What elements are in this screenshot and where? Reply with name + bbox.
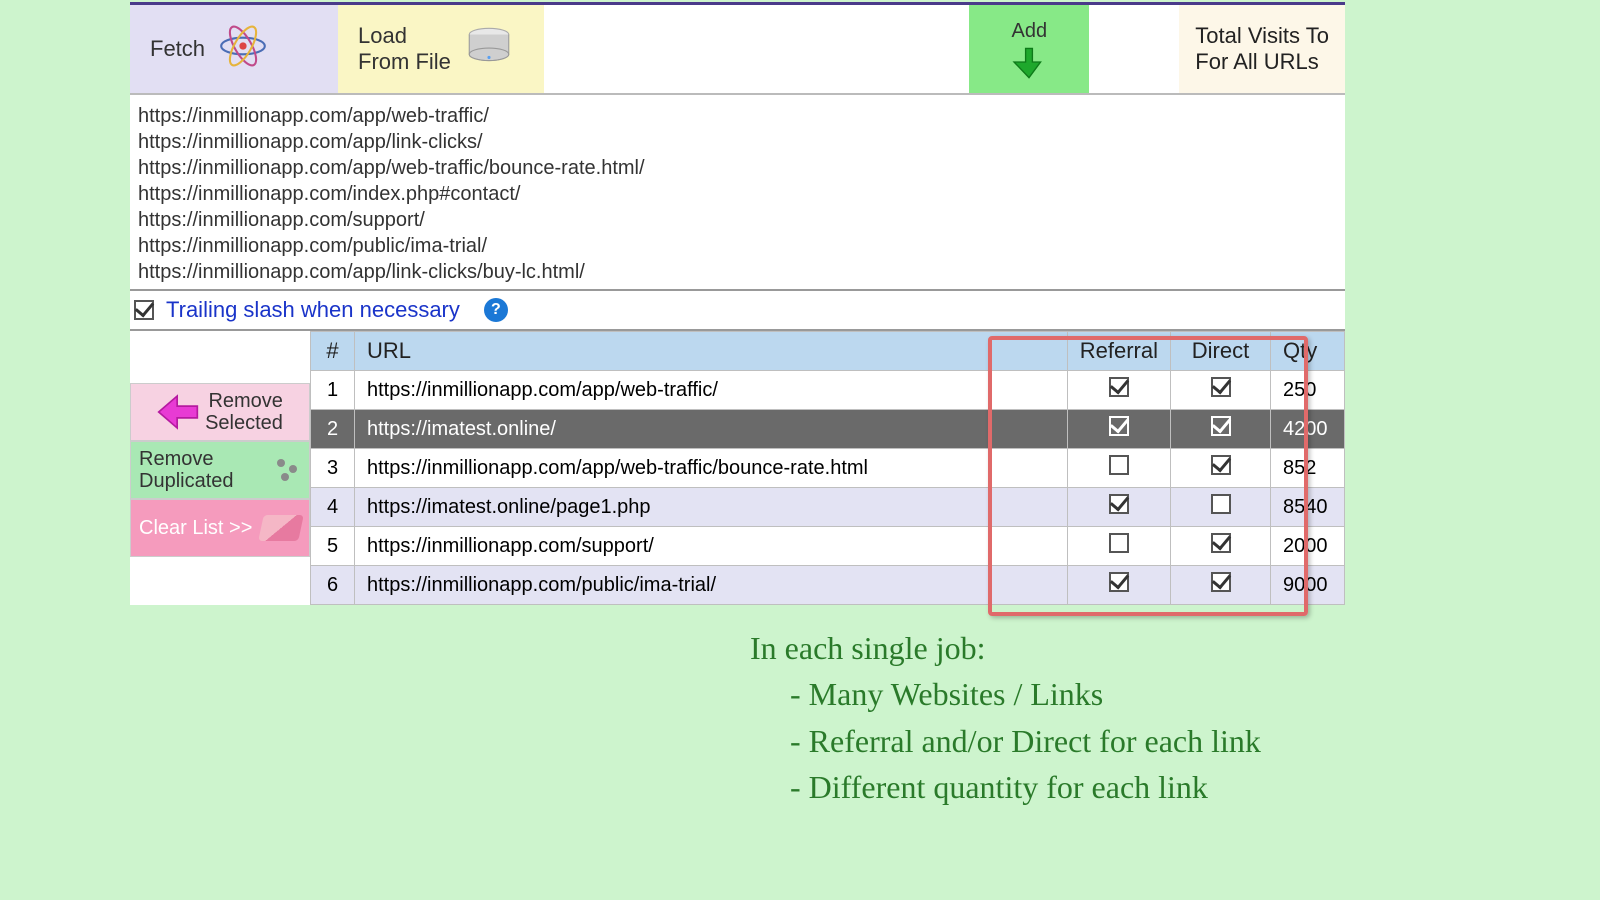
col-num[interactable]: # [311, 332, 355, 371]
caption-bullets: Many Websites / LinksReferral and/or Dir… [750, 671, 1261, 810]
cell-referral[interactable] [1067, 488, 1170, 527]
url-line: https://inmillionapp.com/app/link-clicks… [138, 129, 1337, 155]
disk-icon [463, 20, 515, 78]
cell-qty[interactable]: 9000 [1271, 566, 1345, 605]
caption-bullet: Many Websites / Links [790, 671, 1261, 717]
url-line: https://inmillionapp.com/app/link-clicks… [138, 259, 1337, 285]
cell-referral[interactable] [1067, 371, 1170, 410]
cell-url: https://inmillionapp.com/app/web-traffic… [355, 449, 1068, 488]
grid-area: Remove Selected Remove Duplicated Clear … [130, 331, 1345, 605]
remove-duplicated-label: Remove Duplicated [139, 448, 234, 492]
dots-icon [275, 457, 301, 483]
table-row[interactable]: 1https://inmillionapp.com/app/web-traffi… [311, 371, 1345, 410]
table-row[interactable]: 4https://imatest.online/page1.php 8540 [311, 488, 1345, 527]
trailing-slash-label: Trailing slash when necessary [166, 297, 460, 323]
cell-referral[interactable] [1067, 410, 1170, 449]
grid-header-row: # URL Referral Direct Qty [311, 332, 1345, 371]
totals-panel: Total Visits To For All URLs [1179, 5, 1345, 93]
cell-num: 4 [311, 488, 355, 527]
load-from-file-button[interactable]: Load From File [338, 5, 544, 93]
table-row[interactable]: 3https://inmillionapp.com/app/web-traffi… [311, 449, 1345, 488]
cell-url: https://inmillionapp.com/app/web-traffic… [355, 371, 1068, 410]
help-icon[interactable]: ? [484, 298, 508, 322]
cell-referral[interactable] [1067, 449, 1170, 488]
url-line: https://inmillionapp.com/app/web-traffic… [138, 155, 1337, 181]
toolbar: Fetch Load From File [130, 5, 1345, 95]
side-actions: Remove Selected Remove Duplicated Clear … [130, 331, 310, 605]
table-row[interactable]: 2https://imatest.online/4200 [311, 410, 1345, 449]
cell-num: 2 [311, 410, 355, 449]
fetch-label: Fetch [150, 36, 205, 62]
clear-list-label: Clear List >> [139, 517, 252, 540]
caption-bullet: Different quantity for each link [790, 764, 1261, 810]
cell-num: 5 [311, 527, 355, 566]
url-grid[interactable]: # URL Referral Direct Qty 1https://inmil… [310, 331, 1345, 605]
table-row[interactable]: 5https://inmillionapp.com/support/2000 [311, 527, 1345, 566]
trailing-slash-row: Trailing slash when necessary ? [130, 291, 1345, 331]
add-button[interactable]: Add [969, 5, 1089, 93]
cell-qty[interactable]: 8540 [1271, 488, 1345, 527]
cell-qty[interactable]: 852 [1271, 449, 1345, 488]
app-window: Fetch Load From File [130, 2, 1345, 605]
caption: In each single job: Many Websites / Link… [750, 625, 1261, 811]
toolbar-spacer [544, 5, 969, 93]
clear-list-button[interactable]: Clear List >> [130, 499, 310, 557]
cell-url: https://inmillionapp.com/support/ [355, 527, 1068, 566]
side-header-spacer [130, 331, 310, 383]
fetch-button[interactable]: Fetch [130, 5, 338, 93]
cell-url: https://imatest.online/page1.php [355, 488, 1068, 527]
cell-qty[interactable]: 4200 [1271, 410, 1345, 449]
cell-direct[interactable] [1171, 566, 1271, 605]
cell-qty[interactable]: 250 [1271, 371, 1345, 410]
caption-title: In each single job: [750, 625, 1261, 671]
url-line: https://inmillionapp.com/public/ima-tria… [138, 233, 1337, 259]
table-row[interactable]: 6https://inmillionapp.com/public/ima-tri… [311, 566, 1345, 605]
arrow-left-icon [157, 391, 199, 433]
load-label: Load From File [358, 23, 451, 75]
add-label: Add [1012, 20, 1048, 43]
cell-direct[interactable] [1171, 527, 1271, 566]
col-url[interactable]: URL [355, 332, 1068, 371]
atom-icon [217, 20, 269, 78]
url-line: https://inmillionapp.com/index.php#conta… [138, 181, 1337, 207]
cell-num: 1 [311, 371, 355, 410]
url-line: https://inmillionapp.com/app/web-traffic… [138, 103, 1337, 129]
cell-url: https://inmillionapp.com/public/ima-tria… [355, 566, 1068, 605]
cell-qty[interactable]: 2000 [1271, 527, 1345, 566]
cell-direct[interactable] [1171, 488, 1271, 527]
remove-selected-button[interactable]: Remove Selected [130, 383, 310, 441]
remove-selected-label: Remove Selected [205, 390, 283, 434]
eraser-icon [258, 515, 304, 541]
cell-num: 3 [311, 449, 355, 488]
col-qty[interactable]: Qty [1271, 332, 1345, 371]
cell-referral[interactable] [1067, 566, 1170, 605]
cell-num: 6 [311, 566, 355, 605]
cell-direct[interactable] [1171, 410, 1271, 449]
toolbar-gap [1089, 5, 1179, 93]
url-line: https://inmillionapp.com/support/ [138, 207, 1337, 233]
cell-direct[interactable] [1171, 371, 1271, 410]
remove-duplicated-button[interactable]: Remove Duplicated [130, 441, 310, 499]
arrow-down-icon [1012, 45, 1046, 79]
col-direct[interactable]: Direct [1171, 332, 1271, 371]
totals-label: Total Visits To For All URLs [1195, 23, 1329, 75]
cell-referral[interactable] [1067, 527, 1170, 566]
cell-direct[interactable] [1171, 449, 1271, 488]
col-referral[interactable]: Referral [1067, 332, 1170, 371]
url-input-area[interactable]: https://inmillionapp.com/app/web-traffic… [130, 95, 1345, 291]
cell-url: https://imatest.online/ [355, 410, 1068, 449]
trailing-slash-checkbox[interactable] [134, 300, 154, 320]
caption-bullet: Referral and/or Direct for each link [790, 718, 1261, 764]
